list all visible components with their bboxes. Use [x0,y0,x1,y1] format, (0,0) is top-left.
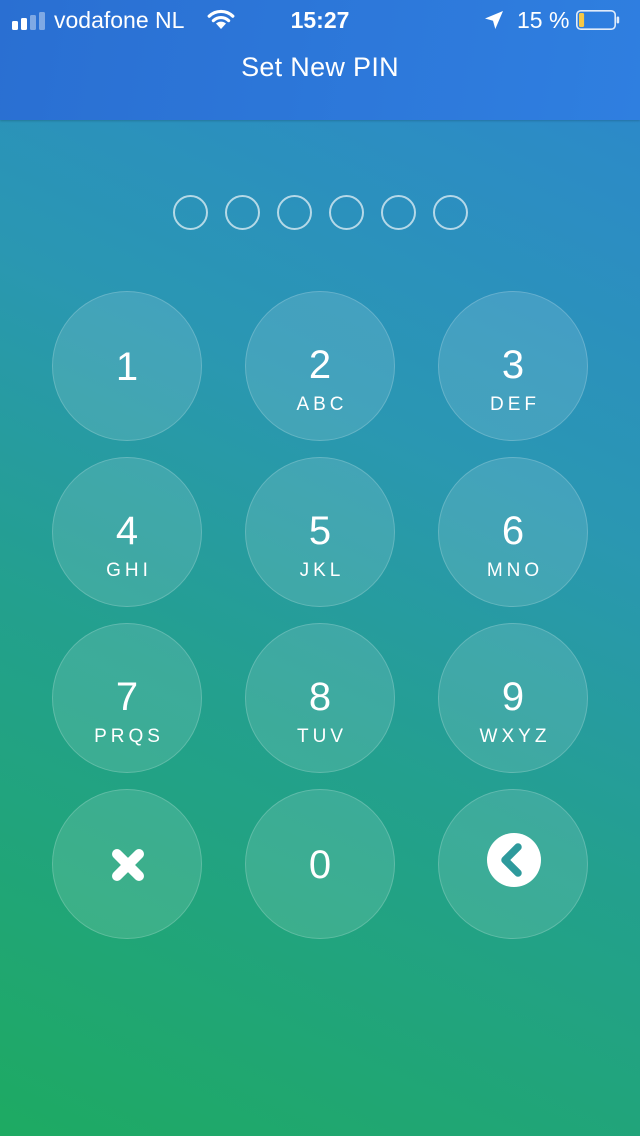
pin-dot [328,195,364,230]
cancel-button[interactable] [52,789,202,939]
key-digit: 6 [501,509,525,553]
close-icon [112,849,144,881]
key-digit: 7 [115,675,139,719]
key-7[interactable]: 7 PRQS [52,623,202,773]
key-1[interactable]: 1 [52,291,202,441]
key-8[interactable]: 8 TUV [245,623,395,773]
key-letters: DEF [490,394,540,415]
key-letters: PRQS [94,726,164,747]
key-5[interactable]: 5 JKL [245,457,395,607]
pin-dot [432,195,468,230]
key-letters: TUV [297,726,347,747]
key-digit: 1 [115,345,139,389]
pin-dot [172,195,208,230]
key-digit: 0 [308,843,332,887]
pin-indicator [0,195,640,235]
key-3[interactable]: 3 DEF [438,291,588,441]
location-arrow-icon [485,11,503,29]
pin-dot [224,195,260,230]
key-letters: GHI [106,560,152,581]
pin-dot [276,195,312,230]
backspace-button[interactable] [438,789,588,939]
key-letters: ABC [296,394,348,415]
pin-dot [380,195,416,230]
key-digit: 3 [501,343,525,387]
key-digit: 8 [308,675,332,719]
battery-percentage: 15 % [517,7,570,33]
key-letters: JKL [299,560,345,581]
key-letters: MNO [486,560,544,581]
page-title: Set New PIN [241,52,399,82]
status-bar: vodafone NL 15:27 15 % [0,0,640,40]
key-9[interactable]: 9 WXYZ [438,623,588,773]
header: vodafone NL 15:27 15 % Set New PIN [0,0,640,120]
back-circle-icon [487,833,541,887]
key-digit: 4 [115,509,139,553]
key-2[interactable]: 2 ABC [245,291,395,441]
key-6[interactable]: 6 MNO [438,457,588,607]
key-digit: 2 [308,343,332,387]
battery-icon [576,10,620,30]
key-digit: 9 [501,675,525,719]
key-digit: 5 [308,509,332,553]
battery-fill [579,13,585,27]
key-0[interactable]: 0 [245,789,395,939]
keypad: 1 2 ABC 3 DEF 4 GHI 5 JKL 6 MNO 7 PRQS 8… [52,291,588,941]
key-4[interactable]: 4 GHI [52,457,202,607]
key-letters: WXYZ [479,726,551,747]
